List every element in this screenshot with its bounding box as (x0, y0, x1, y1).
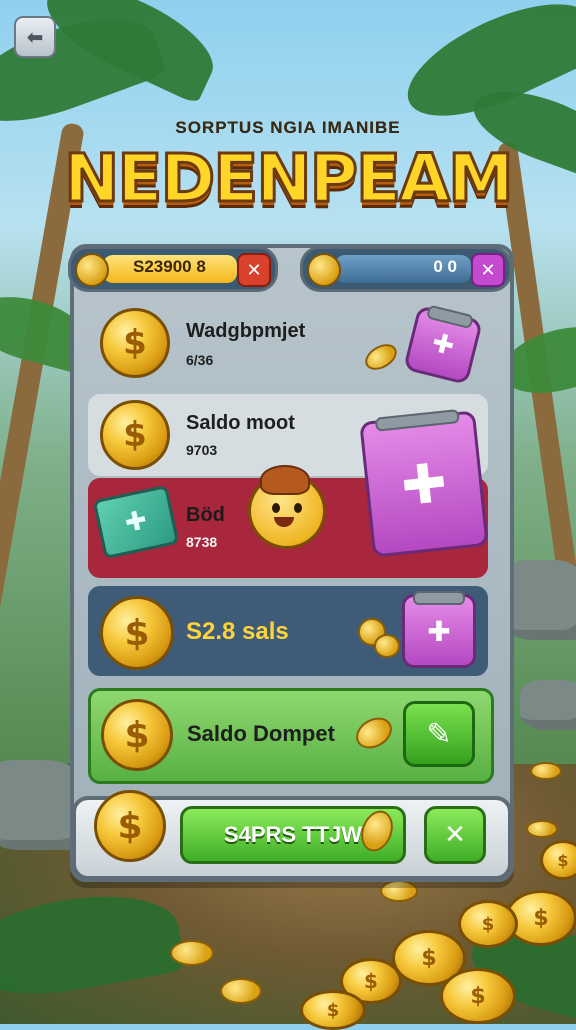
blue-balance-close-button[interactable]: ✕ (471, 253, 505, 287)
blue-balance-bar: 0 0 ✕ (300, 246, 512, 292)
list-item-s28[interactable]: $ S2.8 sals ✚ (88, 586, 488, 676)
title-block: SORPTUS NGIA IMANIBE NEDENPEAM (60, 118, 516, 219)
row-label: Saldo moot (186, 412, 295, 434)
row-value: 8738 (186, 534, 218, 550)
coin-icon: $ (100, 400, 170, 470)
row-label: S2.8 sals (186, 618, 289, 645)
row-label: Böd (186, 504, 225, 526)
back-button[interactable]: ⬅ (14, 16, 56, 58)
claim-button-label: S4PRS TTJW (223, 822, 363, 847)
coin-stack-icon (75, 253, 109, 287)
game-subtitle: SORPTUS NGIA IMANIBE (175, 118, 401, 137)
check-icon: ✕ (444, 820, 466, 850)
coin-icon: $ (94, 790, 166, 862)
back-icon: ⬅ (26, 25, 44, 49)
gold-balance-value: S23900 8 (133, 257, 206, 276)
row-label: Wadgbpmjet (186, 320, 306, 342)
row-value: 6/36 (186, 352, 214, 368)
pencil-icon: ✎ (426, 716, 452, 752)
row-label: Saldo Dompet (187, 721, 335, 746)
close-icon: ✕ (480, 259, 496, 281)
mascot-character (240, 465, 332, 555)
coin-icon: $ (101, 699, 173, 771)
big-chest-icon: ✚ (359, 410, 489, 558)
coin-icon: $ (100, 596, 174, 670)
gold-balance-bar: S23900 8 ✕ (68, 246, 278, 292)
coin-icon (307, 253, 341, 287)
gold-balance-close-button[interactable]: ✕ (237, 253, 271, 287)
game-title: NEDENPEAM (63, 139, 516, 219)
edit-button[interactable]: ✎ (403, 701, 475, 767)
chest-icon: ✚ (402, 591, 476, 668)
confirm-button[interactable]: ✕ (424, 806, 486, 864)
chest-icon: ✚ (402, 304, 484, 386)
row-value: 9703 (186, 442, 218, 458)
list-item-saldo-dompet[interactable]: $ Saldo Dompet ✎ (88, 688, 494, 784)
list-item-wallet[interactable]: $ Wadgbpmjet 6/36 ✚ (88, 298, 488, 388)
coin-icon: $ (100, 308, 170, 378)
close-icon: ✕ (246, 259, 262, 281)
blue-balance-value: 0 0 (433, 257, 457, 276)
